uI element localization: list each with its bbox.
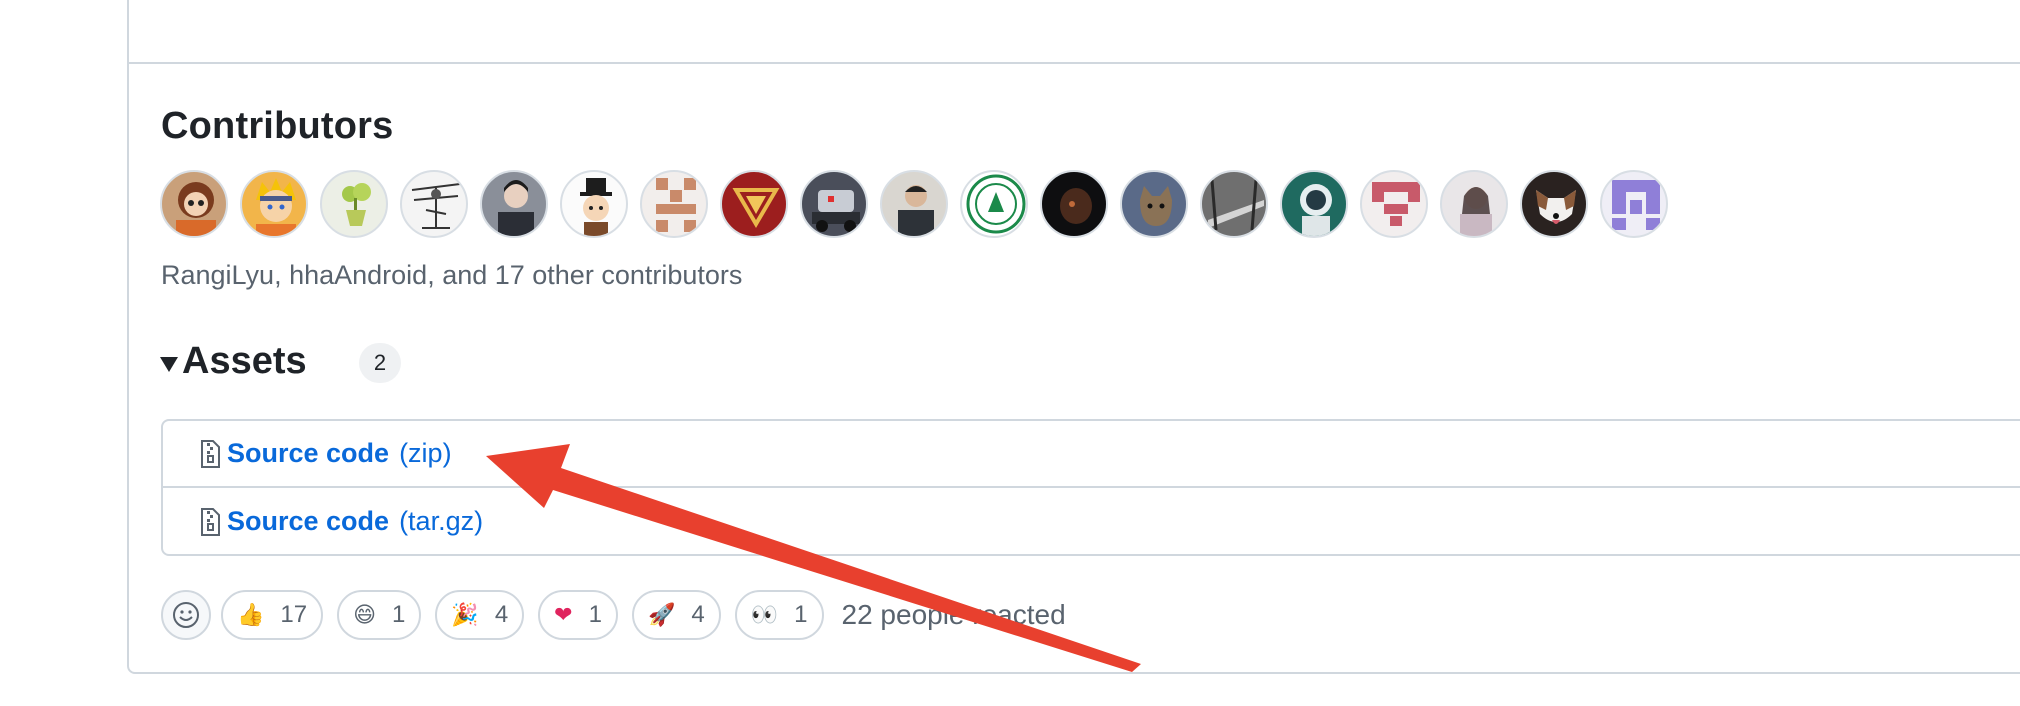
- release-page: Contributors RangiLyu, hhaAndroid, and 1…: [0, 0, 2020, 706]
- annotation-arrow-icon: [486, 444, 1141, 672]
